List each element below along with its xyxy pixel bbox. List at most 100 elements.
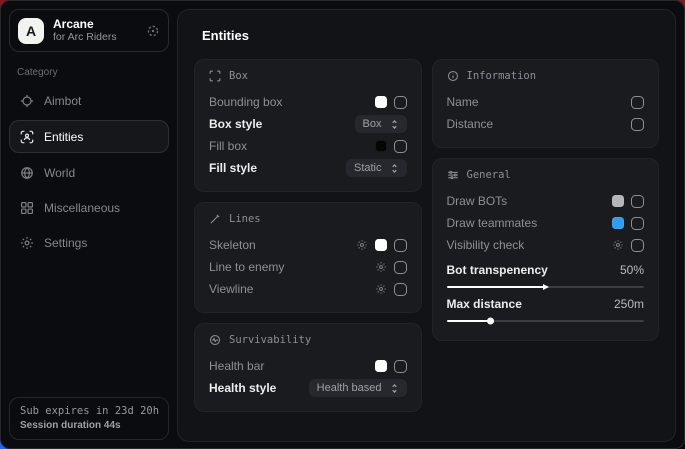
gear-icon[interactable] <box>375 283 387 295</box>
sidebar-item-label: Settings <box>44 236 87 250</box>
gear-icon[interactable] <box>356 239 368 251</box>
updown-arrows-icon <box>390 163 399 174</box>
panel-title: Information <box>467 70 537 82</box>
setting-row-draw-teammates: Draw teammates <box>447 212 645 234</box>
sidebar-item-label: World <box>44 166 75 180</box>
color-swatch[interactable] <box>612 217 624 229</box>
health-style-select[interactable]: Health based <box>309 379 407 397</box>
brand-logo: A <box>18 18 44 44</box>
skeleton-checkbox[interactable] <box>394 239 407 252</box>
sliders-icon <box>447 169 459 181</box>
color-swatch[interactable] <box>375 239 387 251</box>
session-duration-text: Session duration 44s <box>20 420 158 431</box>
page-title: Entities <box>202 28 661 43</box>
setting-row-fill-box: Fill box <box>209 135 407 157</box>
refresh-icon[interactable] <box>146 24 160 38</box>
viewline-checkbox[interactable] <box>394 283 407 296</box>
sidebar-item-entities[interactable]: Entities <box>9 120 169 153</box>
column-right: Information Name Distance <box>432 59 660 341</box>
brand-title: Arcane <box>53 17 117 31</box>
sidebar-item-settings[interactable]: Settings <box>9 227 169 258</box>
gear-icon <box>20 236 34 250</box>
setting-row-visibility-check: Visibility check <box>447 234 645 256</box>
setting-row-health-bar: Health bar <box>209 355 407 377</box>
sidebar-item-label: Miscellaneous <box>44 201 120 215</box>
updown-arrows-icon <box>390 383 399 394</box>
panel-box-header: Box <box>209 70 407 82</box>
fill-box-checkbox[interactable] <box>394 140 407 153</box>
brand-card: A Arcane for Arc Riders <box>9 9 169 52</box>
panel-lines: Lines Skeleton <box>194 202 422 313</box>
sidebar: A Arcane for Arc Riders Category <box>1 1 177 448</box>
setting-row-fill-style: Fill style Static <box>209 157 407 179</box>
box-style-select[interactable]: Box <box>355 115 407 133</box>
box-corners-icon <box>209 70 221 82</box>
category-label: Category <box>17 67 169 78</box>
sidebar-item-label: Aimbot <box>44 94 81 108</box>
setting-row-name: Name <box>447 91 645 113</box>
setting-row-health-style: Health style Health based <box>209 377 407 399</box>
panel-survivability-header: Survivability <box>209 334 407 346</box>
sidebar-item-aimbot[interactable]: Aimbot <box>9 85 169 116</box>
setting-row-line-to-enemy: Line to enemy <box>209 256 407 278</box>
main-content: Entities Box <box>177 9 676 442</box>
draw-teammates-checkbox[interactable] <box>631 217 644 230</box>
setting-row-skeleton: Skeleton <box>209 234 407 256</box>
bot-transparency-value: 50% <box>620 263 644 277</box>
fill-style-select[interactable]: Static <box>346 159 407 177</box>
setting-row-distance: Distance <box>447 113 645 135</box>
brand-subtitle: for Arc Riders <box>53 31 117 44</box>
distance-checkbox[interactable] <box>631 118 644 131</box>
slider-thumb[interactable] <box>543 284 549 290</box>
panel-information: Information Name Distance <box>432 59 660 148</box>
pulse-icon <box>209 334 221 346</box>
name-checkbox[interactable] <box>631 96 644 109</box>
panel-title: Box <box>229 70 248 82</box>
app-window: A Arcane for Arc Riders Category <box>0 0 685 449</box>
cheat-menu-window: A Arcane for Arc Riders Category <box>0 0 685 449</box>
panel-box: Box Bounding box Box style <box>194 59 422 192</box>
setting-row-viewline: Viewline <box>209 278 407 300</box>
grid-icon <box>20 201 34 215</box>
slider-thumb[interactable] <box>487 318 494 325</box>
gear-icon[interactable] <box>375 261 387 273</box>
color-swatch[interactable] <box>375 360 387 372</box>
color-swatch[interactable] <box>375 140 387 152</box>
color-swatch[interactable] <box>612 195 624 207</box>
setting-row-bounding-box: Bounding box <box>209 91 407 113</box>
entities-icon <box>20 130 34 144</box>
visibility-check-checkbox[interactable] <box>631 239 644 252</box>
info-icon <box>447 70 459 82</box>
panel-title: General <box>467 169 511 181</box>
panel-lines-header: Lines <box>209 213 407 225</box>
color-swatch[interactable] <box>375 96 387 108</box>
sub-expiry-text: Sub expires in 23d 20h <box>20 405 158 417</box>
gear-icon[interactable] <box>612 239 624 251</box>
bot-transparency-slider[interactable] <box>447 286 645 288</box>
sidebar-item-miscellaneous[interactable]: Miscellaneous <box>9 192 169 223</box>
globe-icon <box>20 166 34 180</box>
updown-arrows-icon <box>390 119 399 130</box>
setting-row-draw-bots: Draw BOTs <box>447 190 645 212</box>
setting-row-box-style: Box style Box <box>209 113 407 135</box>
line-to-enemy-checkbox[interactable] <box>394 261 407 274</box>
draw-bots-checkbox[interactable] <box>631 195 644 208</box>
pencil-icon <box>209 213 221 225</box>
sidebar-item-world[interactable]: World <box>9 157 169 188</box>
health-bar-checkbox[interactable] <box>394 360 407 373</box>
panel-general-header: General <box>447 169 645 181</box>
bounding-box-checkbox[interactable] <box>394 96 407 109</box>
subscription-info-card: Sub expires in 23d 20h Session duration … <box>9 397 169 440</box>
panel-survivability: Survivability Health bar Health style <box>194 323 422 412</box>
crosshair-icon <box>20 94 34 108</box>
column-left: Box Bounding box Box style <box>194 59 422 412</box>
max-distance-value: 250m <box>614 297 644 311</box>
panel-general: General Draw BOTs Draw teammates <box>432 158 660 341</box>
panel-title: Lines <box>229 213 261 225</box>
max-distance-slider[interactable] <box>447 320 645 322</box>
panel-information-header: Information <box>447 70 645 82</box>
max-distance-slider-group: Max distance 250m <box>447 294 645 322</box>
bot-transparency-slider-group: Bot transpenency 50% <box>447 260 645 288</box>
panel-title: Survivability <box>229 334 311 346</box>
brand-text: Arcane for Arc Riders <box>53 17 117 44</box>
